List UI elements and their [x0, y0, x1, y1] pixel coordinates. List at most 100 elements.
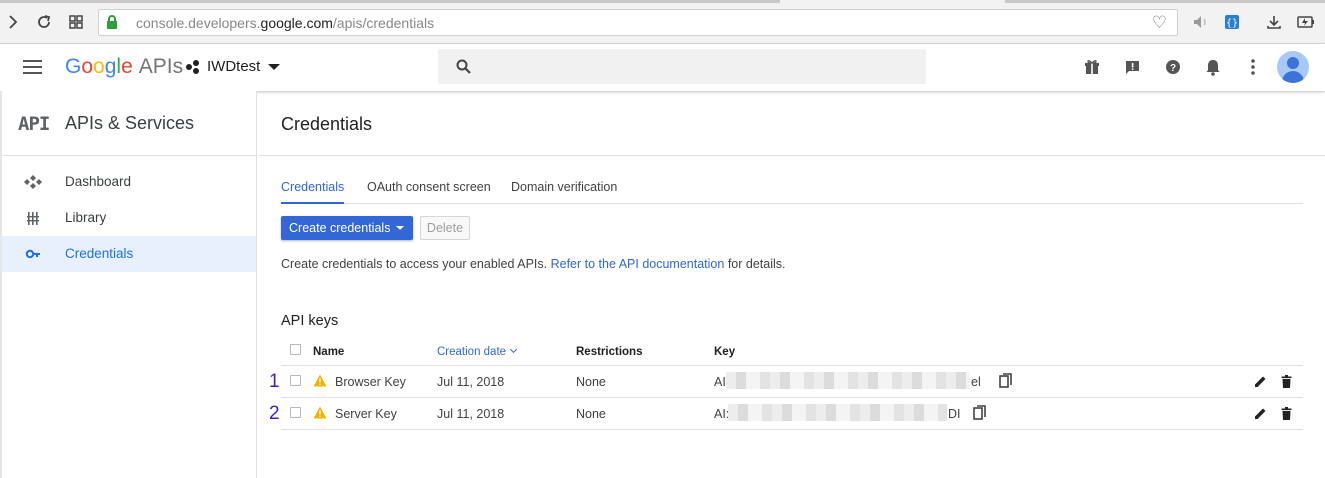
url-path: /apis/credentials [332, 15, 435, 31]
url-prefix: console.developers. [136, 15, 261, 31]
key-end: el [971, 375, 981, 389]
row-number-annotation: 2 [269, 403, 280, 424]
creation-date: Jul 11, 2018 [437, 375, 505, 389]
redacted-key [728, 404, 947, 421]
select-all-checkbox[interactable] [290, 344, 301, 355]
info-prefix: Create credentials to access your enable… [281, 257, 548, 271]
sidebar-item-credentials[interactable]: Credentials [2, 236, 256, 272]
api-keys-heading: API keys [281, 313, 339, 329]
lock-icon [107, 15, 117, 29]
table-header-row: Name Creation date Restrictions Key [281, 337, 1303, 366]
app-header: Google APIs IWDtest ? [0, 44, 1325, 91]
copy-icon[interactable] [999, 373, 1013, 389]
search-input[interactable] [438, 49, 926, 84]
tab-strip [0, 0, 780, 3]
notifications-icon[interactable] [1203, 57, 1223, 77]
divider [258, 155, 1325, 156]
sort-chevron-icon [510, 345, 518, 354]
row-checkbox[interactable] [290, 407, 301, 418]
column-header-creation-date[interactable]: Creation date [437, 345, 518, 358]
reload-icon[interactable] [34, 12, 54, 32]
column-header-name[interactable]: Name [313, 346, 344, 358]
tabs: Credentials OAuth consent screen Domain … [281, 180, 1303, 204]
speed-dial-icon[interactable] [66, 12, 86, 32]
column-header-key: Key [714, 346, 736, 358]
download-icon[interactable] [1264, 12, 1284, 32]
delete-icon[interactable] [1280, 407, 1293, 420]
dashboard-icon [24, 175, 42, 189]
logo-letter: e [121, 55, 133, 78]
tab-credentials[interactable]: Credentials [281, 180, 345, 204]
chevron-down-icon [396, 226, 404, 230]
page-title: Credentials [281, 114, 373, 134]
creation-date-label: Creation date [437, 346, 507, 358]
row-checkbox[interactable] [290, 375, 301, 386]
sidebar-item-library[interactable]: Library [2, 200, 256, 236]
table-row[interactable]: 1 Browser Key Jul 11, 2018 None AI el [269, 366, 1303, 398]
key-name-link[interactable]: Browser Key [335, 375, 406, 389]
row-number-annotation: 1 [269, 371, 280, 392]
key-start: AI: [714, 407, 730, 421]
delete-button[interactable]: Delete [420, 216, 470, 240]
browser-toolbar: console.developers.google.com/apis/crede… [0, 0, 1325, 44]
copy-icon[interactable] [973, 405, 987, 421]
warning-icon [313, 374, 327, 387]
gift-icon[interactable] [1082, 57, 1102, 77]
help-icon[interactable]: ? [1163, 57, 1183, 77]
api-documentation-link[interactable]: Refer to the API documentation [551, 257, 725, 271]
logo-letter: o [81, 55, 94, 78]
logo-letter: g [104, 55, 117, 78]
sidebar-item-label: Dashboard [65, 174, 132, 189]
url-text: console.developers.google.com/apis/crede… [136, 15, 434, 31]
logo-letter: o [93, 55, 105, 78]
project-selector[interactable]: IWDtest [186, 58, 281, 75]
tab-oauth-consent-screen[interactable]: OAuth consent screen [367, 180, 491, 204]
more-vert-icon[interactable] [1243, 57, 1263, 77]
key-start: AI [714, 375, 726, 389]
avatar[interactable] [1277, 51, 1309, 83]
tab-domain-verification[interactable]: Domain verification [511, 180, 617, 204]
create-credentials-label: Create credentials [289, 221, 391, 235]
column-header-restrictions: Restrictions [576, 346, 643, 358]
svg-text:{}: {} [1226, 18, 1238, 29]
create-credentials-button[interactable]: Create credentials [281, 216, 413, 240]
project-icon [186, 59, 200, 74]
edit-icon[interactable] [1254, 407, 1267, 420]
info-text: Create credentials to access your enable… [281, 257, 785, 271]
forward-icon[interactable] [3, 12, 23, 32]
sidebar: API APIs & Services Dashboard Library Cr… [0, 91, 257, 478]
speaker-icon[interactable] [1191, 12, 1211, 32]
menu-icon[interactable] [23, 60, 42, 74]
sidebar-header: API APIs & Services [2, 91, 256, 156]
table-row[interactable]: 2 Server Key Jul 11, 2018 None AI: DI [269, 398, 1303, 430]
tab-strip-right [1005, 0, 1325, 3]
sidebar-item-label: Library [65, 210, 107, 225]
key-name-link[interactable]: Server Key [335, 407, 397, 421]
logo-suffix: APIs [138, 55, 184, 78]
key-end: DI [948, 407, 961, 421]
key-icon [25, 249, 40, 259]
project-name: IWDtest [207, 58, 261, 75]
svg-text:?: ? [1170, 63, 1176, 74]
restrictions: None [576, 407, 606, 421]
sidebar-item-label: Credentials [65, 246, 134, 261]
google-apis-logo[interactable]: Google APIs [65, 55, 183, 79]
api-logo-icon: API [18, 113, 50, 135]
sidebar-title: APIs & Services [65, 113, 195, 133]
feedback-icon[interactable] [1122, 57, 1142, 77]
extension-icon[interactable]: {} [1222, 12, 1242, 32]
delete-icon[interactable] [1280, 375, 1293, 388]
battery-icon[interactable] [1296, 12, 1316, 32]
library-icon [27, 212, 39, 225]
edit-icon[interactable] [1254, 375, 1267, 388]
search-icon [456, 59, 471, 74]
api-keys-table: Name Creation date Restrictions Key 1 Br… [269, 337, 1303, 430]
bookmark-heart-icon[interactable]: ♡ [1152, 13, 1167, 33]
restrictions: None [576, 375, 606, 389]
info-suffix: for details. [727, 257, 786, 271]
main-content: Credentials Credentials OAuth consent sc… [258, 91, 1325, 478]
creation-date: Jul 11, 2018 [437, 407, 505, 421]
warning-icon [313, 406, 327, 419]
address-bar[interactable]: console.developers.google.com/apis/crede… [98, 9, 1178, 36]
sidebar-item-dashboard[interactable]: Dashboard [2, 164, 256, 200]
